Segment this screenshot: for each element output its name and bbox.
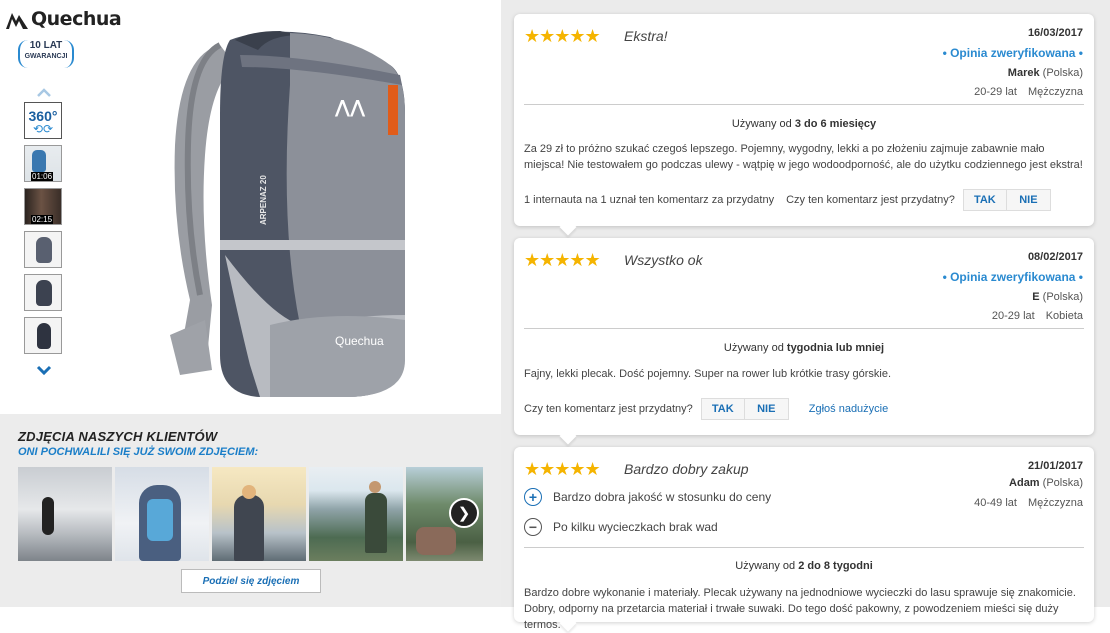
chevron-right-icon[interactable]: ❯: [449, 498, 479, 528]
reviewer-demographics: 20-29 lat Kobieta: [992, 310, 1083, 322]
customer-photos-subtitle: ONI POCHWALILI SIĘ JUŻ SWOIM ZDJĘCIEM:: [18, 446, 259, 458]
star-rating: ★★★★★: [524, 26, 601, 46]
customer-photo[interactable]: [309, 467, 403, 561]
helpful-row: Czy ten komentarz jest przydatny? TAK NI…: [524, 398, 888, 420]
backpack-logo-text: Quechua: [335, 334, 384, 348]
helpful-count: 1 internauta na 1 uznał ten komentarz za…: [524, 194, 775, 206]
customer-photos-title: ZDJĘCIA NASZYCH KLIENTÓW: [18, 429, 218, 444]
review-con: − Po kilku wycieczkach brak wad: [524, 518, 718, 536]
share-photo-button[interactable]: Podziel się zdjęciem: [181, 569, 321, 593]
helpful-vote: TAK NIE: [962, 189, 1051, 211]
thumb-video-2[interactable]: 02:15: [24, 188, 62, 225]
thumb-photo-1[interactable]: [24, 231, 62, 268]
thumbnail-strip: 360° ⟲⟳ 01:06 02:15: [24, 82, 64, 380]
reviewer: Adam (Polska): [1009, 477, 1083, 489]
reviewer-country: (Polska): [1042, 67, 1083, 79]
product-image-backpack[interactable]: ⋀⋀ Quechua ARPENAZ 20: [150, 25, 430, 400]
review-date: 16/03/2017: [1027, 27, 1083, 39]
usage-duration: Używany od 3 do 6 miesięcy: [731, 118, 877, 130]
minus-icon: −: [524, 518, 542, 536]
reviews-panel: ★★★★★ Ekstra! 16/03/2017 • Opinia zweryf…: [501, 0, 1110, 631]
vote-no-button[interactable]: NIE: [744, 399, 788, 419]
reviewer-gender: Kobieta: [1045, 310, 1083, 322]
reviewer-demographics: 20-29 lat Mężczyzna: [974, 86, 1083, 98]
product-media-panel: Quechua 10 LAT GWARANCJI 360° ⟲⟳ 01:06 0…: [0, 0, 501, 607]
usage-duration: Używany od 2 do 8 tygodni: [735, 560, 873, 572]
reviewer-age: 20-29 lat: [991, 310, 1035, 322]
reviewer: E (Polska): [1032, 291, 1083, 303]
backpack-model-print: ARPENAZ 20: [259, 175, 268, 225]
vote-yes-button[interactable]: TAK: [963, 190, 1007, 210]
star-rating: ★★★★★: [524, 459, 601, 479]
review-card: ★★★★★ Bardzo dobry zakup 21/01/2017 Adam…: [514, 447, 1094, 631]
review-date: 08/02/2017: [1027, 251, 1083, 263]
reviewer-country: (Polska): [1042, 291, 1083, 303]
guarantee-label: GWARANCJI: [24, 53, 68, 60]
reviewer-demographics: 40-49 lat Mężczyzna: [974, 497, 1083, 509]
review-card: ★★★★★ Wszystko ok 08/02/2017 • Opinia zw…: [514, 238, 1094, 435]
review-card: ★★★★★ Ekstra! 16/03/2017 • Opinia zweryf…: [514, 14, 1094, 226]
review-text: Fajny, lekki plecak. Dość pojemny. Super…: [524, 368, 892, 380]
brand-logo[interactable]: Quechua: [6, 8, 122, 30]
vote-yes-button[interactable]: TAK: [701, 399, 745, 419]
mountain-logo-icon: [6, 13, 28, 29]
customer-photos-section: ZDJĘCIA NASZYCH KLIENTÓW ONI POCHWALILI …: [0, 414, 501, 607]
reviewer-gender: Mężczyzna: [1027, 497, 1083, 509]
usage-duration: Używany od tygodnia lub mniej: [723, 342, 885, 354]
review-pro: + Bardzo dobra jakość w stosunku do ceny: [524, 488, 771, 506]
customer-photo[interactable]: [18, 467, 112, 561]
review-text: Bardzo dobre wykonanie i materiały. Plec…: [524, 587, 1076, 631]
thumb-360-view[interactable]: 360° ⟲⟳: [24, 102, 62, 139]
star-rating: ★★★★★: [524, 250, 601, 270]
verified-badge: • Opinia zweryfikowana •: [942, 270, 1083, 284]
guarantee-badge: 10 LAT GWARANCJI: [18, 40, 74, 68]
helpful-row: 1 internauta na 1 uznał ten komentarz za…: [524, 189, 1051, 211]
reviewer-name: Adam: [1009, 477, 1040, 489]
reviewer-name: E: [1032, 291, 1040, 303]
helpful-vote: TAK NIE: [700, 398, 789, 420]
rotate-icon: ⟲⟳: [32, 121, 54, 136]
reviewer: Marek (Polska): [1008, 67, 1083, 79]
customer-photo[interactable]: [212, 467, 306, 561]
thumb-photo-2[interactable]: [24, 274, 62, 311]
customer-photo[interactable]: [115, 467, 209, 561]
thumb-video-1[interactable]: 01:06: [24, 145, 62, 182]
review-title: Wszystko ok: [624, 252, 703, 268]
reviewer-name: Marek: [1007, 67, 1040, 79]
video-duration: 01:06: [31, 172, 54, 181]
helpful-question: Czy ten komentarz jest przydatny?: [524, 403, 693, 415]
review-text: Za 29 zł to próżno szukać czegoś lepszeg…: [524, 143, 1083, 171]
reviewer-gender: Mężczyzna: [1027, 86, 1083, 98]
reviewer-age: 40-49 lat: [974, 497, 1017, 509]
review-title: Ekstra!: [624, 28, 668, 44]
brand-name: Quechua: [31, 8, 122, 30]
review-date: 21/01/2017: [1027, 460, 1083, 472]
customer-photo-carousel: [18, 467, 483, 561]
divider: [524, 547, 1084, 548]
divider: [524, 104, 1084, 105]
divider: [524, 328, 1084, 329]
svg-text:⋀⋀: ⋀⋀: [335, 97, 366, 118]
helpful-question: Czy ten komentarz jest przydatny?: [786, 194, 955, 206]
video-duration: 02:15: [31, 215, 54, 224]
plus-icon: +: [524, 488, 542, 506]
vote-no-button[interactable]: NIE: [1006, 190, 1050, 210]
reviewer-age: 20-29 lat: [974, 86, 1017, 98]
report-abuse-link[interactable]: Zgłoś nadużycie: [809, 403, 889, 415]
review-title: Bardzo dobry zakup: [624, 461, 749, 477]
reviewer-country: (Polska): [1042, 477, 1083, 489]
chevron-up-icon[interactable]: [24, 82, 64, 102]
guarantee-years: 10 LAT: [29, 40, 63, 51]
chevron-down-icon[interactable]: [24, 360, 64, 380]
thumb-photo-3[interactable]: [24, 317, 62, 354]
con-text: Po kilku wycieczkach brak wad: [553, 520, 718, 534]
pro-text: Bardzo dobra jakość w stosunku do ceny: [553, 490, 772, 504]
verified-badge: • Opinia zweryfikowana •: [942, 46, 1083, 60]
